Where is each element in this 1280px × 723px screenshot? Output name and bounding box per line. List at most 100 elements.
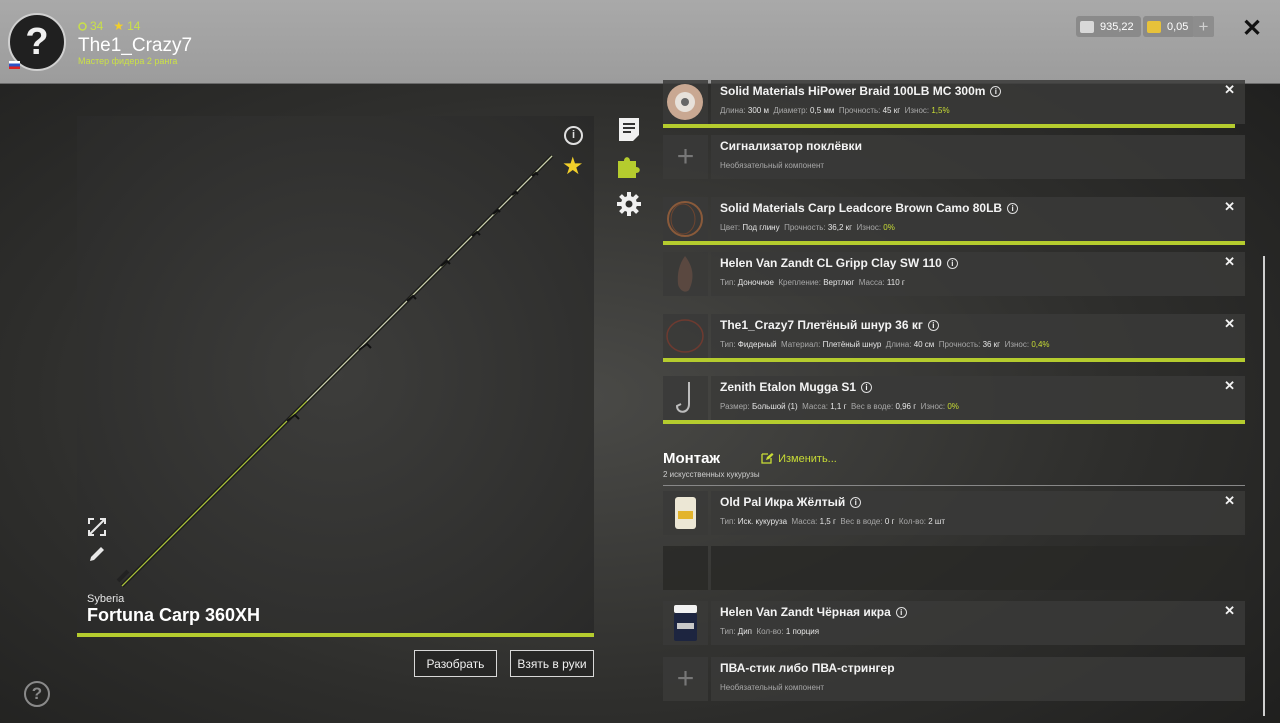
add-component-icon[interactable]: + bbox=[663, 135, 708, 179]
component-feeder[interactable]: Helen Van Zandt CL Gripp Clay SW 110 i Ти… bbox=[663, 252, 1245, 296]
prop-value: 0,5 мм bbox=[810, 106, 835, 115]
component-leadcore[interactable]: Solid Materials Carp Leadcore Brown Camo… bbox=[663, 197, 1245, 245]
component-body: Zenith Etalon Mugga S1 i Размер: Большой … bbox=[711, 376, 1245, 420]
info-icon[interactable]: i bbox=[861, 382, 873, 393]
component-title: Helen Van Zandt Чёрная икра bbox=[720, 605, 891, 619]
rig-empty-slot[interactable] bbox=[663, 546, 1245, 590]
wear-bar bbox=[663, 241, 1245, 245]
close-icon[interactable]: ✕ bbox=[1242, 14, 1262, 43]
prop-key: Масса: bbox=[791, 517, 818, 526]
component-thumbnail bbox=[663, 376, 708, 420]
info-icon[interactable]: i bbox=[990, 86, 1002, 97]
info-icon[interactable]: i bbox=[850, 497, 862, 508]
component-body: Сигнализатор поклёвки Необязательный ком… bbox=[711, 135, 1245, 179]
gold-coin-icon bbox=[1147, 20, 1161, 33]
add-component-icon[interactable]: + bbox=[663, 657, 708, 701]
component-bite-alarm[interactable]: + Сигнализатор поклёвки Необязательный к… bbox=[663, 135, 1245, 179]
prop-value: Большой (1) bbox=[751, 402, 798, 411]
prop-value: 1,5 г bbox=[819, 517, 836, 526]
prop-value: 0 г bbox=[884, 517, 895, 526]
component-body: Helen Van Zandt Чёрная икра i Тип: Дип Ко… bbox=[711, 601, 1245, 645]
component-leader[interactable]: The1_Crazy7 Плетёный шнур 36 кг i Тип: Фи… bbox=[663, 314, 1245, 362]
component-title: Solid Materials HiPower Braid 100LB MC 3… bbox=[720, 84, 986, 98]
player-name: The1_Crazy7 bbox=[78, 35, 193, 56]
scrollbar[interactable] bbox=[1263, 256, 1265, 716]
prop-value: Доночное bbox=[737, 278, 774, 287]
component-props: Размер: Большой (1) Масса: 1,1 г Вес в в… bbox=[720, 402, 959, 411]
component-thumbnail bbox=[663, 197, 708, 241]
prop-value: 40 см bbox=[913, 340, 935, 349]
component-main-line[interactable]: Solid Materials HiPower Braid 100LB MC 3… bbox=[663, 80, 1245, 128]
take-in-hands-button[interactable]: Взять в руки bbox=[510, 650, 594, 677]
add-gold-button[interactable]: + bbox=[1193, 16, 1214, 37]
close-icon[interactable]: ✕ bbox=[1224, 254, 1235, 270]
component-body: ПВА-стик либо ПВА-стрингер Необязательны… bbox=[711, 657, 1245, 701]
prop-value: 45 кг bbox=[882, 106, 901, 115]
rank-star-icon: ★ bbox=[113, 19, 125, 33]
component-props: Тип: Иск. кукуруза Масса: 1,5 г Вес в во… bbox=[720, 517, 945, 526]
info-icon[interactable]: i bbox=[1007, 203, 1019, 214]
wear-value: 0% bbox=[947, 402, 959, 411]
prop-value: 0,96 г bbox=[895, 402, 917, 411]
component-title: Zenith Etalon Mugga S1 bbox=[720, 380, 857, 394]
prop-key: Прочность: bbox=[784, 223, 826, 232]
prop-key: Цвет: bbox=[720, 223, 741, 232]
wear-bar bbox=[663, 420, 1245, 424]
prop-key: Длина: bbox=[885, 340, 912, 349]
silver-balance: 935,22 bbox=[1076, 16, 1141, 37]
wear-value: 0% bbox=[883, 223, 895, 232]
level-stat: 34 bbox=[78, 19, 103, 33]
component-body: Solid Materials HiPower Braid 100LB MC 3… bbox=[711, 80, 1245, 124]
star-icon[interactable]: ★ bbox=[562, 152, 584, 181]
rod-brand: Syberia bbox=[87, 593, 125, 605]
prop-key: Прочность: bbox=[938, 340, 981, 349]
component-note: Необязательный компонент bbox=[720, 683, 825, 692]
gear-icon[interactable] bbox=[616, 191, 642, 217]
prop-key: Вес в воде: bbox=[840, 517, 883, 526]
info-icon[interactable]: i bbox=[927, 320, 939, 331]
component-props: Тип: Дип Кол-во: 1 порция bbox=[720, 627, 819, 636]
component-hook[interactable]: Zenith Etalon Mugga S1 i Размер: Большой … bbox=[663, 376, 1245, 424]
component-thumbnail bbox=[663, 491, 708, 535]
prop-key: Прочность: bbox=[838, 106, 881, 115]
rig-item-bait[interactable]: Old Pal Икра Жёлтый i Тип: Иск. кукуруза … bbox=[663, 491, 1245, 535]
prop-key: Вес в воде: bbox=[850, 402, 894, 411]
rank-stat: ★ 14 bbox=[113, 19, 140, 33]
rig-item-pva[interactable]: + ПВА-стик либо ПВА-стрингер Необязатель… bbox=[663, 657, 1245, 701]
top-bar: ? 34 ★ 14 The1_Crazy7 Мастер фидера 2 ра… bbox=[0, 0, 1280, 84]
component-thumbnail bbox=[663, 252, 708, 296]
close-icon[interactable]: ✕ bbox=[1224, 82, 1235, 98]
expand-icon[interactable] bbox=[87, 517, 107, 537]
prop-key: Износ: bbox=[856, 223, 882, 232]
component-props: Тип: Доночное Крепление: Вертлюг Масса: … bbox=[720, 278, 905, 287]
silver-value: 935,22 bbox=[1100, 20, 1134, 33]
change-rig-button[interactable]: Изменить... bbox=[761, 452, 837, 465]
prop-key: Масса: bbox=[802, 402, 828, 411]
close-icon[interactable]: ✕ bbox=[1224, 378, 1235, 394]
rig-heading: Монтаж bbox=[663, 450, 721, 467]
close-icon[interactable]: ✕ bbox=[1224, 603, 1235, 619]
wear-bar bbox=[663, 124, 1235, 128]
notes-icon[interactable] bbox=[616, 116, 642, 142]
rod-image bbox=[116, 154, 554, 588]
component-body: The1_Crazy7 Плетёный шнур 36 кг i Тип: Фи… bbox=[711, 314, 1245, 358]
close-icon[interactable]: ✕ bbox=[1224, 316, 1235, 332]
gold-balance: 0,05 bbox=[1143, 16, 1196, 37]
gold-value: 0,05 bbox=[1167, 20, 1189, 33]
disassemble-button[interactable]: Разобрать bbox=[414, 650, 497, 677]
close-icon[interactable]: ✕ bbox=[1224, 493, 1235, 509]
puzzle-icon[interactable] bbox=[616, 153, 642, 179]
rig-item-dip[interactable]: Helen Van Zandt Чёрная икра i Тип: Дип Ко… bbox=[663, 601, 1245, 645]
component-title: Helen Van Zandt CL Gripp Clay SW 110 bbox=[720, 256, 942, 270]
close-icon[interactable]: ✕ bbox=[1224, 199, 1235, 215]
help-icon[interactable]: ? bbox=[24, 681, 50, 707]
prop-value: Иск. кукуруза bbox=[737, 517, 788, 526]
prop-value: 1,1 г bbox=[830, 402, 847, 411]
info-icon[interactable]: i bbox=[564, 126, 583, 145]
info-icon[interactable]: i bbox=[895, 607, 907, 618]
info-icon[interactable]: i bbox=[946, 258, 958, 269]
pencil-icon[interactable] bbox=[87, 544, 107, 564]
prop-key: Кол-во: bbox=[756, 627, 784, 636]
component-title: The1_Crazy7 Плетёный шнур 36 кг bbox=[720, 318, 923, 332]
component-props: Цвет: Под глину Прочность: 36,2 кг Износ… bbox=[720, 223, 895, 232]
